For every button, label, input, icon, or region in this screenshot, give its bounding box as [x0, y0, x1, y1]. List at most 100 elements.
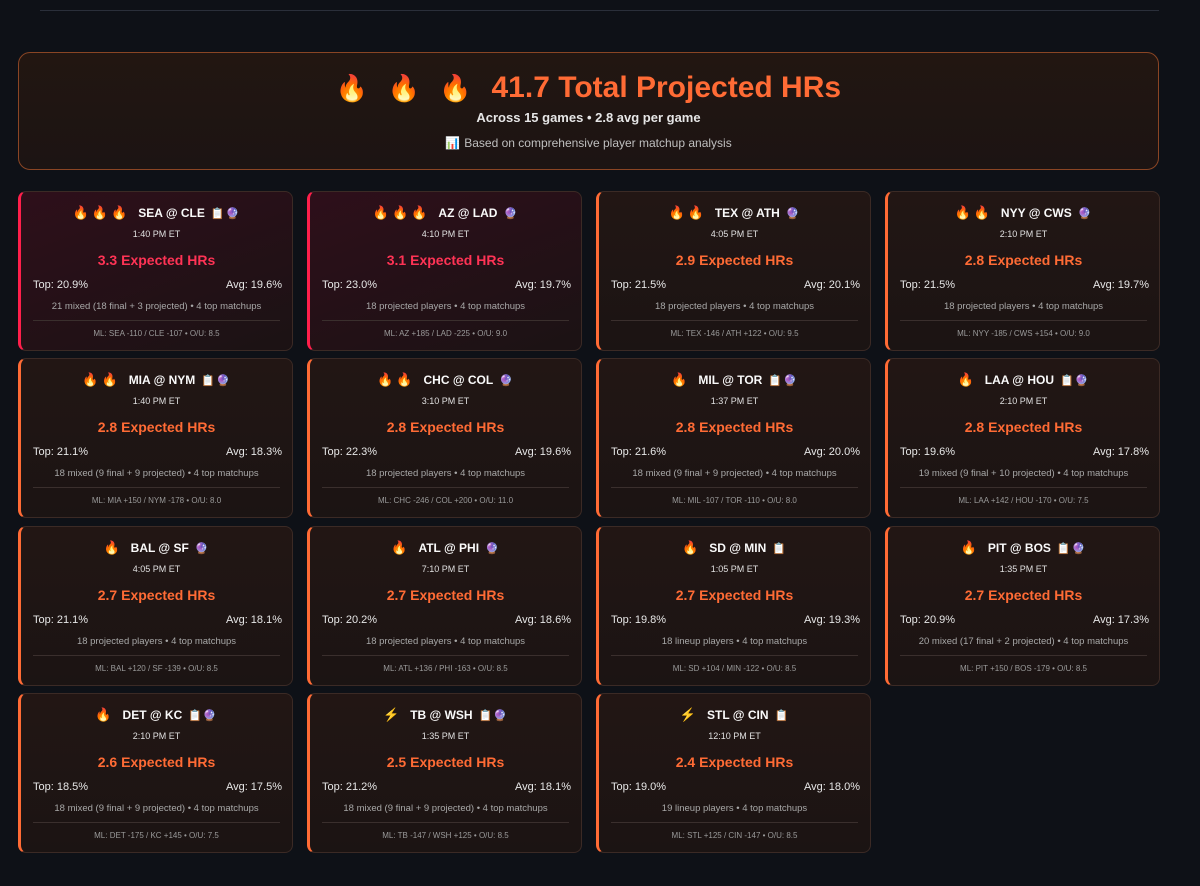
- matchup-label: DET @ KC: [122, 708, 183, 722]
- game-time: 2:10 PM ET: [999, 396, 1048, 406]
- fire-icon: ⚡: [383, 707, 403, 722]
- game-time: 4:05 PM ET: [132, 564, 181, 574]
- card-divider: [322, 320, 569, 321]
- avg-percent: Avg: 20.0%: [803, 446, 860, 458]
- game-card[interactable]: 🔥🔥 CHC @ COL 🔮 3:10 PM ET 2.8 Expected HRs To…: [307, 358, 582, 518]
- avg-percent: Avg: 17.8%: [1092, 446, 1149, 458]
- moneyline-info: ML: SEA -110 / CLE -107 • O/U: 8.5: [93, 329, 220, 338]
- source-icons: 🔮: [499, 374, 514, 387]
- matchup-label: SD @ MIN: [709, 541, 767, 555]
- game-card-header: 🔥🔥🔥 AZ @ LAD 🔮: [310, 205, 581, 221]
- players-summary: 18 projected players • 4 top matchups: [943, 301, 1104, 312]
- moneyline-info: ML: TEX -146 / ATH +122 • O/U: 9.5: [670, 329, 799, 338]
- players-summary: 18 mixed (9 final + 9 projected) • 4 top…: [54, 803, 259, 814]
- matchup-label: SEA @ CLE: [138, 206, 205, 220]
- moneyline-info: ML: ATL +136 / PHI -163 • O/U: 8.5: [383, 664, 508, 673]
- source-icons: 🔮: [194, 542, 210, 555]
- top-percent: Top: 21.5%: [900, 279, 956, 291]
- fire-icon: 🔥: [957, 372, 977, 387]
- summary-subtitle: Across 15 games • 2.8 avg per game: [476, 110, 701, 125]
- game-card[interactable]: 🔥 BAL @ SF 🔮 4:05 PM ET 2.7 Expected HRs Top:…: [18, 526, 293, 686]
- matchup-label: STL @ CIN: [707, 708, 769, 722]
- card-divider: [900, 487, 1147, 488]
- expected-hrs: 2.6 Expected HRs: [97, 754, 216, 770]
- matchup-label: NYY @ CWS: [1000, 206, 1072, 220]
- fire-icon: 🔥: [95, 707, 115, 722]
- source-icons: 📋🔮: [478, 709, 508, 722]
- game-card[interactable]: 🔥 LAA @ HOU 📋🔮 2:10 PM ET 2.8 Expected HRs To…: [885, 358, 1160, 518]
- moneyline-info: ML: NYY -185 / CWS +154 • O/U: 9.0: [957, 329, 1090, 338]
- top-divider: [40, 10, 1159, 11]
- game-card[interactable]: 🔥🔥 TEX @ ATH 🔮 4:05 PM ET 2.9 Expected HRs To…: [596, 191, 871, 351]
- expected-hrs: 3.1 Expected HRs: [386, 252, 505, 268]
- game-time: 1:40 PM ET: [132, 229, 181, 239]
- card-divider: [322, 487, 569, 488]
- top-percent: Top: 18.5%: [33, 781, 89, 793]
- chart-icon: 📊: [445, 136, 461, 150]
- game-card[interactable]: 🔥🔥🔥 AZ @ LAD 🔮 4:10 PM ET 3.1 Expected HRs To…: [307, 191, 582, 351]
- card-stats: Top: 20.2% Avg: 18.6%: [322, 614, 571, 626]
- top-percent: Top: 21.1%: [33, 446, 89, 458]
- moneyline-info: ML: AZ +185 / LAD -225 • O/U: 9.0: [383, 329, 508, 338]
- card-stats: Top: 20.9% Avg: 17.3%: [900, 614, 1149, 626]
- game-card-header: 🔥 DET @ KC 📋🔮: [21, 707, 292, 723]
- expected-hrs: 2.4 Expected HRs: [675, 754, 794, 770]
- game-time: 12:10 PM ET: [708, 731, 761, 741]
- game-time: 1:37 PM ET: [710, 396, 759, 406]
- summary-panel: 🔥 🔥 🔥 41.7 Total Projected HRs Across 15…: [18, 52, 1159, 170]
- game-card[interactable]: 🔥 SD @ MIN 📋 1:05 PM ET 2.7 Expected HRs Top:…: [596, 526, 871, 686]
- avg-percent: Avg: 18.3%: [225, 446, 282, 458]
- matchup-label: MIL @ TOR: [698, 373, 763, 387]
- game-card-header: 🔥 ATL @ PHI 🔮: [310, 540, 581, 556]
- card-stats: Top: 21.1% Avg: 18.1%: [33, 614, 282, 626]
- game-card[interactable]: ⚡ STL @ CIN 📋 12:10 PM ET 2.4 Expected HRs To…: [596, 693, 871, 853]
- total-projected-title: 41.7 Total Projected HRs: [491, 71, 842, 104]
- matchup-label: ATL @ PHI: [418, 541, 480, 555]
- card-stats: Top: 21.6% Avg: 20.0%: [611, 446, 860, 458]
- game-card[interactable]: 🔥🔥🔥 SEA @ CLE 📋🔮 1:40 PM ET 3.3 Expected HRs…: [18, 191, 293, 351]
- card-divider: [33, 320, 280, 321]
- game-card-header: 🔥🔥 CHC @ COL 🔮: [310, 372, 581, 388]
- top-percent: Top: 21.2%: [322, 781, 378, 793]
- game-card[interactable]: 🔥🔥 MIA @ NYM 📋🔮 1:40 PM ET 2.8 Expected HRs T…: [18, 358, 293, 518]
- players-summary: 18 projected players • 4 top matchups: [365, 636, 526, 647]
- source-icons: 🔮: [503, 207, 519, 220]
- game-card[interactable]: 🔥 PIT @ BOS 📋🔮 1:35 PM ET 2.7 Expected HRs To…: [885, 526, 1160, 686]
- card-stats: Top: 21.5% Avg: 19.7%: [900, 279, 1149, 291]
- game-card[interactable]: 🔥🔥 NYY @ CWS 🔮 2:10 PM ET 2.8 Expected HRs To…: [885, 191, 1160, 351]
- card-stats: Top: 19.0% Avg: 18.0%: [611, 781, 860, 793]
- players-summary: 18 projected players • 4 top matchups: [365, 468, 526, 479]
- players-summary: 18 projected players • 4 top matchups: [365, 301, 526, 312]
- top-percent: Top: 22.3%: [322, 446, 378, 458]
- card-divider: [322, 655, 569, 656]
- top-percent: Top: 19.0%: [611, 781, 667, 793]
- expected-hrs: 2.7 Expected HRs: [675, 587, 794, 603]
- moneyline-info: ML: PIT +150 / BOS -179 • O/U: 8.5: [960, 664, 1087, 673]
- card-divider: [33, 822, 280, 823]
- game-card-header: ⚡ STL @ CIN 📋: [599, 707, 870, 723]
- game-card[interactable]: 🔥 ATL @ PHI 🔮 7:10 PM ET 2.7 Expected HRs Top…: [307, 526, 582, 686]
- fire-icon: 🔥🔥: [954, 205, 993, 220]
- expected-hrs: 2.9 Expected HRs: [675, 252, 794, 268]
- moneyline-info: ML: MIA +150 / NYM -178 • O/U: 8.0: [91, 496, 222, 505]
- fire-icon: 🔥: [671, 372, 691, 387]
- card-divider: [611, 487, 858, 488]
- game-card[interactable]: ⚡ TB @ WSH 📋🔮 1:35 PM ET 2.5 Expected HRs Top…: [307, 693, 582, 853]
- game-card[interactable]: 🔥 MIL @ TOR 📋🔮 1:37 PM ET 2.8 Expected HRs To…: [596, 358, 871, 518]
- source-icons: 📋🔮: [188, 709, 218, 722]
- game-time: 1:05 PM ET: [710, 564, 759, 574]
- expected-hrs: 2.8 Expected HRs: [97, 419, 216, 435]
- card-stats: Top: 20.9% Avg: 19.6%: [33, 279, 282, 291]
- card-divider: [900, 320, 1147, 321]
- card-stats: Top: 21.1% Avg: 18.3%: [33, 446, 282, 458]
- fire-icon: 🔥🔥: [668, 205, 707, 220]
- game-card[interactable]: 🔥 DET @ KC 📋🔮 2:10 PM ET 2.6 Expected HRs Top…: [18, 693, 293, 853]
- fire-icon: 🔥: [103, 540, 123, 555]
- game-card-header: 🔥 PIT @ BOS 📋🔮: [888, 540, 1159, 556]
- source-icons: 📋🔮: [1060, 374, 1090, 387]
- game-time: 2:10 PM ET: [999, 229, 1048, 239]
- game-time: 3:10 PM ET: [421, 396, 470, 406]
- avg-percent: Avg: 19.7%: [1092, 279, 1149, 291]
- expected-hrs: 2.8 Expected HRs: [964, 252, 1083, 268]
- game-time: 4:10 PM ET: [421, 229, 470, 239]
